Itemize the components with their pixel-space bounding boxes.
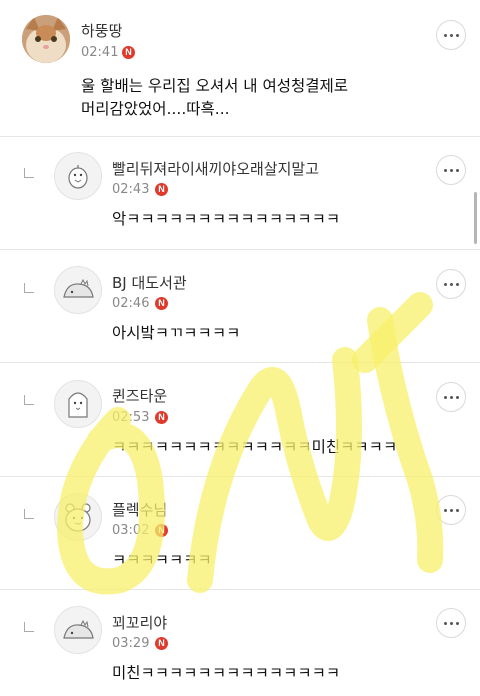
comment-text-line: 울 할배는 우리집 오셔서 내 여성청결제로 — [81, 77, 349, 95]
more-options-button[interactable] — [436, 495, 466, 525]
comment-text: 울 할배는 우리집 오셔서 내 여성청결제로 머리감았었어....따흑... — [81, 75, 348, 121]
comment-author[interactable]: 꾀꼬리야 — [112, 612, 167, 633]
reply-arrow-icon — [24, 168, 34, 178]
reply-arrow-icon — [24, 622, 34, 632]
reply-arrow-icon — [24, 283, 34, 293]
new-badge: N — [155, 637, 168, 650]
comment-text: ㅋㅋㅋㅋㅋㅋㅋ — [112, 551, 212, 569]
divider — [0, 136, 480, 137]
avatar[interactable] — [54, 380, 102, 428]
comment-time: 02:41 — [81, 45, 119, 60]
more-options-button[interactable] — [436, 382, 466, 412]
comment-author[interactable]: 빨리뒤져라이새끼야오래살지말고 — [112, 158, 319, 179]
new-badge: N — [155, 411, 168, 424]
comment-text: 미친ㅋㅋㅋㅋㅋㅋㅋㅋㅋㅋㅋㅋㅋㅋ — [112, 664, 341, 682]
avatar[interactable] — [54, 266, 102, 314]
more-options-button[interactable] — [436, 20, 466, 50]
divider — [0, 589, 480, 590]
comment-time: 02:53 — [112, 410, 150, 425]
comment-author[interactable]: BJ 대도서관 — [112, 272, 187, 293]
reply-arrow-icon — [24, 395, 34, 405]
new-badge: N — [155, 524, 168, 537]
reply-arrow-icon — [24, 509, 34, 519]
divider — [0, 362, 480, 363]
comment-author[interactable]: 퀸즈타운 — [112, 385, 167, 406]
comment-text: 악ㅋㅋㅋㅋㅋㅋㅋㅋㅋㅋㅋㅋㅋㅋㅋ — [112, 210, 341, 228]
new-badge: N — [155, 297, 168, 310]
comment-time: 02:46 — [112, 296, 150, 311]
scrollbar[interactable] — [474, 192, 477, 244]
more-options-button[interactable] — [436, 608, 466, 638]
divider — [0, 249, 480, 250]
comment-time: 03:29 — [112, 636, 150, 651]
comment-text: ㅋㅋㅋㅋㅋㅋㅋㅋㅋㅋㅋㅋㅋㅋ미친ㅋㅋㅋㅋ — [112, 438, 398, 456]
comment-author[interactable]: 하뚱땅 — [81, 20, 122, 41]
avatar[interactable] — [54, 606, 102, 654]
new-badge: N — [155, 183, 168, 196]
more-options-button[interactable] — [436, 269, 466, 299]
avatar[interactable] — [22, 15, 70, 63]
comment-text: 아시밬ㅋㄲㅋㅋㅋㅋ — [112, 324, 241, 342]
new-badge: N — [122, 46, 135, 59]
comment-time: 02:43 — [112, 182, 150, 197]
avatar[interactable] — [54, 152, 102, 200]
more-options-button[interactable] — [436, 155, 466, 185]
divider — [0, 476, 480, 477]
comment-text-line: 머리감았었어....따흑... — [81, 100, 230, 118]
avatar[interactable] — [54, 493, 102, 541]
comment-author[interactable]: 플렉수님 — [112, 499, 167, 520]
comment-time: 03:02 — [112, 523, 150, 538]
